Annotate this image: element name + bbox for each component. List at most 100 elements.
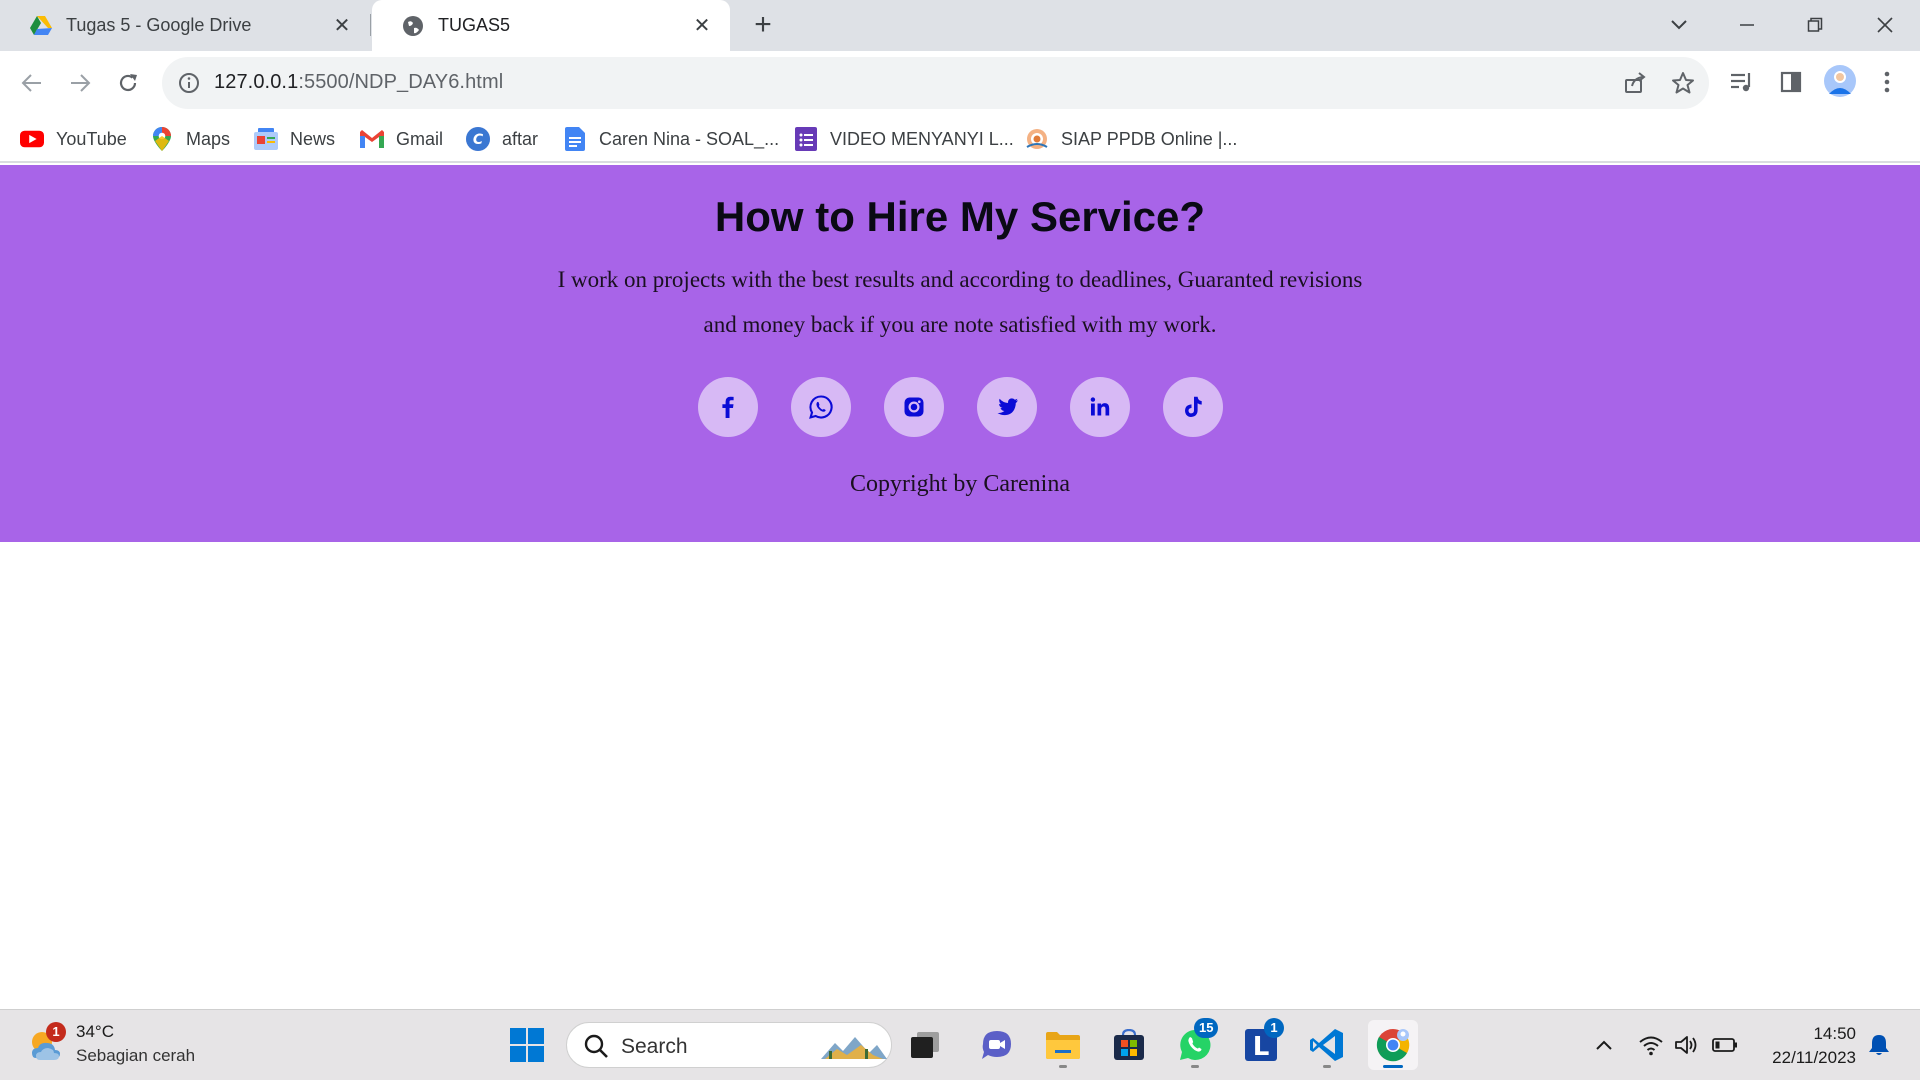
whatsapp-icon [809,395,833,419]
battery-icon[interactable] [1712,1032,1738,1058]
volume-icon[interactable] [1674,1032,1700,1058]
windows-icon [510,1028,544,1062]
taskbar-search[interactable]: Search [566,1022,892,1068]
bookmark-gmail[interactable]: Gmail [360,125,443,153]
bookmark-news[interactable]: News [254,125,335,153]
more-menu-icon[interactable] [1872,67,1902,97]
browser-toolbar: 127.0.0.1:5500/NDP_DAY6.html [0,51,1920,115]
social-links [698,377,1224,437]
tab-search-chevron-icon[interactable] [1662,8,1696,42]
side-panel-icon[interactable] [1776,67,1806,97]
facebook-link[interactable] [698,377,758,437]
running-indicator [1323,1065,1331,1068]
bookmark-aftar[interactable]: C aftar [466,125,538,153]
svg-text:C: C [473,132,484,148]
tab-tugas5[interactable]: TUGAS5 ✕ [372,0,730,51]
copyright-text: Copyright by Carenina [850,471,1070,497]
vscode-button[interactable] [1302,1020,1352,1070]
tab-strip: Tugas 5 - Google Drive ✕ TUGAS5 ✕ + [0,0,1920,51]
show-hidden-icons-chevron-icon[interactable] [1591,1032,1617,1058]
clock-time: 14:50 [1813,1024,1856,1043]
weather-condition: Sebagian cerah [76,1046,196,1065]
bookmark-video-menyanyi[interactable]: VIDEO MENYANYI L... [794,125,1014,153]
twitter-icon [997,398,1018,416]
running-indicator [1059,1065,1067,1068]
l-app-button[interactable]: L 1 [1236,1018,1286,1070]
profile-avatar[interactable] [1823,64,1857,98]
forward-arrow-icon[interactable] [62,65,98,101]
chrome-button[interactable] [1368,1020,1418,1070]
start-button[interactable] [502,1020,552,1070]
back-arrow-icon[interactable] [14,65,50,101]
linkedin-link[interactable] [1070,377,1130,437]
media-control-icon[interactable] [1727,67,1757,97]
news-icon [254,127,278,151]
weather-widget[interactable]: 1 34°C Sebagian cerah [26,1020,226,1070]
whatsapp-app-button[interactable]: 15 [1170,1018,1220,1070]
windows-taskbar: 1 34°C Sebagian cerah Search 15 L 1 14:5… [0,1009,1920,1080]
chrome-icon [1376,1029,1410,1062]
forms-icon [794,127,818,151]
description-line-2: and money back if you are note satisfied… [703,312,1217,337]
docs-icon [563,127,587,151]
description-line-1: I work on projects with the best results… [557,267,1363,292]
l-app-badge: 1 [1264,1018,1284,1038]
restore-button[interactable] [1798,8,1832,42]
active-indicator [1383,1065,1403,1068]
instagram-icon [904,397,924,417]
system-clock[interactable]: 14:50 22/11/2023 [1752,1022,1856,1070]
bookmark-star-icon[interactable] [1671,71,1695,95]
twitter-link[interactable] [977,377,1037,437]
page-content: How to Hire My Service? I work on projec… [0,165,1920,1009]
address-bar[interactable]: 127.0.0.1:5500/NDP_DAY6.html [162,57,1709,109]
google-drive-icon [30,15,52,37]
bookmark-youtube[interactable]: YouTube [20,125,127,153]
running-indicator [1191,1065,1199,1068]
tab-separator [370,14,371,36]
whatsapp-unread-badge: 15 [1194,1018,1219,1038]
share-icon[interactable] [1623,71,1647,95]
tab-google-drive[interactable]: Tugas 5 - Google Drive ✕ [0,0,370,51]
close-tab-icon[interactable]: ✕ [330,13,354,37]
close-window-button[interactable] [1868,8,1902,42]
wifi-icon[interactable] [1638,1032,1664,1058]
bookmark-caren-nina[interactable]: Caren Nina - SOAL_... [563,125,779,153]
site-info-icon[interactable] [178,72,200,94]
task-view-icon [911,1032,939,1058]
globe-icon [402,15,424,37]
task-view-button[interactable] [900,1020,950,1070]
bookmark-maps[interactable]: Maps [150,125,230,153]
whatsapp-link[interactable] [791,377,851,437]
tiktok-link[interactable] [1163,377,1223,437]
chat-icon [982,1031,1011,1059]
url-text[interactable]: 127.0.0.1:5500/NDP_DAY6.html [214,71,503,94]
temperature: 34°C [76,1022,114,1041]
tiktok-icon [1185,396,1202,417]
microsoft-store-button[interactable] [1104,1020,1154,1070]
search-highlight-icon [821,1031,887,1066]
reload-icon[interactable] [110,65,146,101]
clock-date: 22/11/2023 [1772,1048,1856,1067]
maps-icon [150,127,174,151]
gmail-icon [360,127,384,151]
page-title: How to Hire My Service? [714,193,1206,240]
search-icon [583,1033,609,1064]
youtube-icon [20,127,44,151]
ppdb-icon [1025,127,1049,151]
instagram-link[interactable] [884,377,944,437]
search-label: Search [621,1035,688,1058]
file-explorer-button[interactable] [1038,1020,1088,1070]
new-tab-button[interactable]: + [748,10,778,41]
vscode-icon [1310,1029,1343,1061]
hire-section: How to Hire My Service? I work on projec… [0,165,1920,542]
folder-icon [1046,1032,1080,1059]
svg-text:L: L [1253,1032,1270,1062]
minimize-button[interactable] [1730,8,1764,42]
close-tab-icon[interactable]: ✕ [690,13,714,37]
notification-bell-icon[interactable] [1866,1032,1892,1058]
facebook-icon [722,396,734,418]
bookmark-siap-ppdb[interactable]: SIAP PPDB Online |... [1025,125,1237,153]
canva-icon: C [466,127,490,151]
store-icon [1114,1029,1144,1060]
teams-chat-button[interactable] [972,1020,1022,1070]
